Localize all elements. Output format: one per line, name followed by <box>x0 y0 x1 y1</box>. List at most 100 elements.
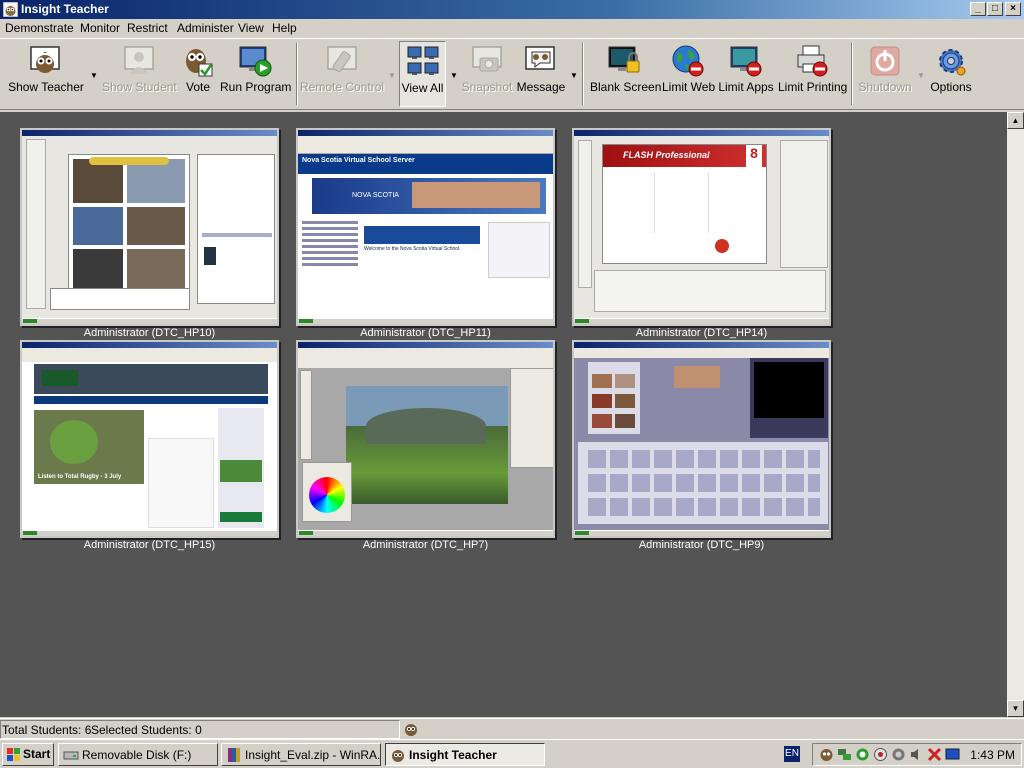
blank-screen-button[interactable]: Blank Screen <box>590 41 661 107</box>
blank-screen-icon <box>608 46 640 73</box>
owl-board-icon <box>30 46 60 73</box>
network-icon[interactable] <box>837 747 852 762</box>
remote-control-button[interactable]: Remote Control <box>300 41 384 107</box>
task-insight-teacher[interactable]: Insight Teacher <box>385 743 545 766</box>
flash-title: FLASH Professional <box>623 150 710 160</box>
menu-help[interactable]: Help <box>272 21 297 35</box>
start-label: Start <box>23 747 51 761</box>
scroll-up-icon[interactable]: ▲ <box>1007 112 1024 129</box>
view-all-dropdown-icon[interactable]: ▼ <box>450 71 458 80</box>
show-student-button[interactable]: Show Student <box>102 41 177 107</box>
student-screen[interactable]: Nova Scotia Virtual School Server NOVA S… <box>296 128 555 326</box>
rugby-header <box>34 364 268 394</box>
limit-printing-icon <box>797 45 828 77</box>
student-screen[interactable] <box>572 340 831 538</box>
task-removable-disk[interactable]: Removable Disk (F:) <box>58 743 218 766</box>
title-bar[interactable]: Insight Teacher _ □ × <box>0 0 1024 19</box>
clock[interactable]: 1:43 PM <box>970 748 1015 762</box>
menu-bar: Demonstrate Monitor Restrict Administer … <box>0 19 1024 38</box>
message-dropdown-icon[interactable]: ▼ <box>570 71 578 80</box>
view-all-label: View All <box>401 81 444 95</box>
language-indicator[interactable]: EN <box>784 746 800 762</box>
antivirus-icon[interactable] <box>873 747 888 762</box>
student-caption: Administrator (DTC_HP7) <box>362 539 489 551</box>
student-thumbnail-dtc-hp9[interactable]: Administrator (DTC_HP9) <box>572 340 831 551</box>
student-thumbnail-dtc-hp14[interactable]: FLASH Professional 8 Administrator (DTC_… <box>572 128 831 339</box>
selected-students-text: Selected Students: 0 <box>91 723 202 737</box>
display-icon[interactable] <box>945 747 960 762</box>
limit-apps-button[interactable]: Limit Apps <box>718 41 774 107</box>
rugby-sidebar <box>218 408 264 528</box>
landscape-photo <box>346 386 508 504</box>
restore-button[interactable]: □ <box>987 2 1003 16</box>
student-thumbnail-dtc-hp11[interactable]: Nova Scotia Virtual School Server NOVA S… <box>296 128 555 339</box>
start-button[interactable]: Start <box>2 743 54 766</box>
view-all-button[interactable]: View All <box>399 41 446 107</box>
vote-button[interactable]: Vote <box>178 41 218 107</box>
gear-icon <box>939 49 966 76</box>
owl-status-icon <box>405 724 417 736</box>
volume-icon[interactable] <box>909 747 924 762</box>
student-thumbnail-dtc-hp15[interactable]: Listen to Total Rugby - 3 July Administr… <box>20 340 279 551</box>
window-titlebar <box>22 130 277 136</box>
limit-web-button[interactable]: Limit Web <box>662 41 715 107</box>
storyboard <box>578 442 828 524</box>
options-button[interactable]: Options <box>928 41 974 107</box>
student-thumbnail-dtc-hp10[interactable]: Administrator (DTC_HP10) <box>20 128 279 339</box>
show-teacher-button[interactable]: Show Teacher <box>6 41 86 107</box>
shutdown-button[interactable]: Shutdown <box>856 41 914 107</box>
close-button[interactable]: × <box>1005 2 1021 16</box>
flash-version: 8 <box>746 145 762 167</box>
site-nav <box>302 218 358 316</box>
run-program-button[interactable]: Run Program <box>220 41 291 107</box>
student-caption: Administrator (DTC_HP14) <box>635 327 768 339</box>
limit-printing-button[interactable]: Limit Printing <box>778 41 848 107</box>
clip-bin <box>588 362 640 434</box>
security-icon[interactable] <box>891 747 906 762</box>
task-winrar[interactable]: Insight_Eval.zip - WinRA... <box>221 743 381 766</box>
status-bar: Total Students: 6 Selected Students: 0 <box>0 718 1024 739</box>
menu-administer[interactable]: Administer <box>177 21 234 35</box>
student-screen[interactable] <box>20 128 279 326</box>
windows-logo-icon <box>7 748 20 761</box>
taskbar: Start Removable Disk (F:) Insight_Eval.z… <box>0 739 1024 768</box>
snapshot-button[interactable]: Snapshot <box>460 41 514 107</box>
owl-app-icon <box>3 2 18 17</box>
menu-view[interactable]: View <box>238 21 264 35</box>
student-screen[interactable]: Listen to Total Rugby - 3 July <box>20 340 279 538</box>
message-icon <box>525 46 555 70</box>
comic-page <box>68 154 190 302</box>
student-screen[interactable]: FLASH Professional 8 <box>572 128 831 326</box>
preview-monitor <box>750 358 828 438</box>
minimize-button[interactable]: _ <box>970 2 986 16</box>
owl-app-icon <box>392 750 404 762</box>
sync-icon[interactable] <box>855 747 870 762</box>
system-tray: 1:43 PM <box>812 743 1022 766</box>
shutdown-dropdown-icon[interactable]: ▼ <box>917 71 925 80</box>
color-panel <box>302 462 352 522</box>
task-label: Insight_Eval.zip - WinRA... <box>245 748 381 762</box>
student-screen[interactable] <box>296 340 555 538</box>
student-thumbnail-dtc-hp7[interactable]: Administrator (DTC_HP7) <box>296 340 555 551</box>
message-button[interactable]: Message <box>516 41 566 107</box>
owl-vote-icon <box>186 49 213 77</box>
task-label: Insight Teacher <box>409 748 497 762</box>
window-title: Insight Teacher <box>21 2 109 16</box>
menu-demonstrate[interactable]: Demonstrate <box>5 21 74 35</box>
message-label: Message <box>516 80 566 94</box>
show-teacher-dropdown-icon[interactable]: ▼ <box>90 71 98 80</box>
vertical-scrollbar[interactable]: ▲ ▼ <box>1007 112 1024 717</box>
vote-label: Vote <box>185 80 211 94</box>
limit-printing-label: Limit Printing <box>778 80 848 94</box>
menu-monitor[interactable]: Monitor <box>80 21 120 35</box>
student-thumbnail-view[interactable]: Administrator (DTC_HP10) Nova Scotia Vir… <box>0 112 1007 717</box>
limit-apps-icon <box>730 46 762 77</box>
show-student-label: Show Student <box>102 80 177 94</box>
remote-control-dropdown-icon[interactable]: ▼ <box>388 71 396 80</box>
toolbar-separator <box>582 43 584 105</box>
owl-tray-icon[interactable] <box>819 747 834 762</box>
error-icon[interactable] <box>927 747 942 762</box>
task-label: Removable Disk (F:) <box>82 748 192 762</box>
menu-restrict[interactable]: Restrict <box>127 21 168 35</box>
scroll-down-icon[interactable]: ▼ <box>1007 700 1024 717</box>
